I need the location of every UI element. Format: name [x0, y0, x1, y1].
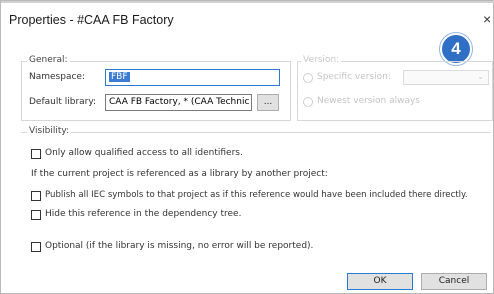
qualified-access-label: Only allow qualified access to all ident…: [45, 148, 243, 158]
publish-symbols-label: Publish all IEC symbols to that project …: [45, 190, 468, 200]
namespace-label: Namespace:: [29, 72, 85, 82]
default-library-field[interactable]: CAA FB Factory, * (CAA Technic: [105, 94, 252, 111]
namespace-value: FBF: [109, 72, 130, 82]
namespace-input[interactable]: FBF: [105, 69, 280, 86]
visibility-section-label: Visibility:: [27, 126, 72, 136]
chevron-down-icon: ⌄: [477, 72, 484, 81]
newest-version-radio[interactable]: [303, 97, 313, 107]
qualified-access-checkbox[interactable]: [31, 149, 41, 159]
specific-version-label: Specific version:: [317, 72, 391, 82]
optional-reference-label: Optional (if the library is missing, no …: [45, 241, 314, 251]
properties-dialog: Properties - #CAA FB Factory × 4 General…: [0, 0, 494, 294]
visibility-divider: [21, 132, 491, 133]
optional-reference-checkbox[interactable]: [31, 242, 41, 252]
dialog-title: Properties - #CAA FB Factory: [9, 13, 174, 27]
hide-reference-label: Hide this reference in the dependency tr…: [45, 209, 242, 219]
specific-version-radio[interactable]: [303, 73, 313, 83]
default-library-label: Default library:: [29, 97, 97, 107]
newest-version-label: Newest version always: [317, 96, 420, 106]
referenced-note: If the current project is referenced as …: [31, 169, 328, 179]
close-icon[interactable]: ×: [483, 11, 491, 27]
window-top-border: [1, 1, 494, 3]
version-section-label: Version:: [301, 55, 342, 65]
cancel-button[interactable]: Cancel: [421, 273, 487, 290]
hide-reference-checkbox[interactable]: [31, 210, 41, 220]
ok-button[interactable]: OK: [347, 273, 413, 290]
general-section-label: General:: [27, 55, 70, 65]
browse-library-button[interactable]: ...: [257, 94, 279, 111]
specific-version-combo[interactable]: ⌄: [403, 70, 489, 85]
publish-symbols-checkbox[interactable]: [31, 191, 41, 201]
